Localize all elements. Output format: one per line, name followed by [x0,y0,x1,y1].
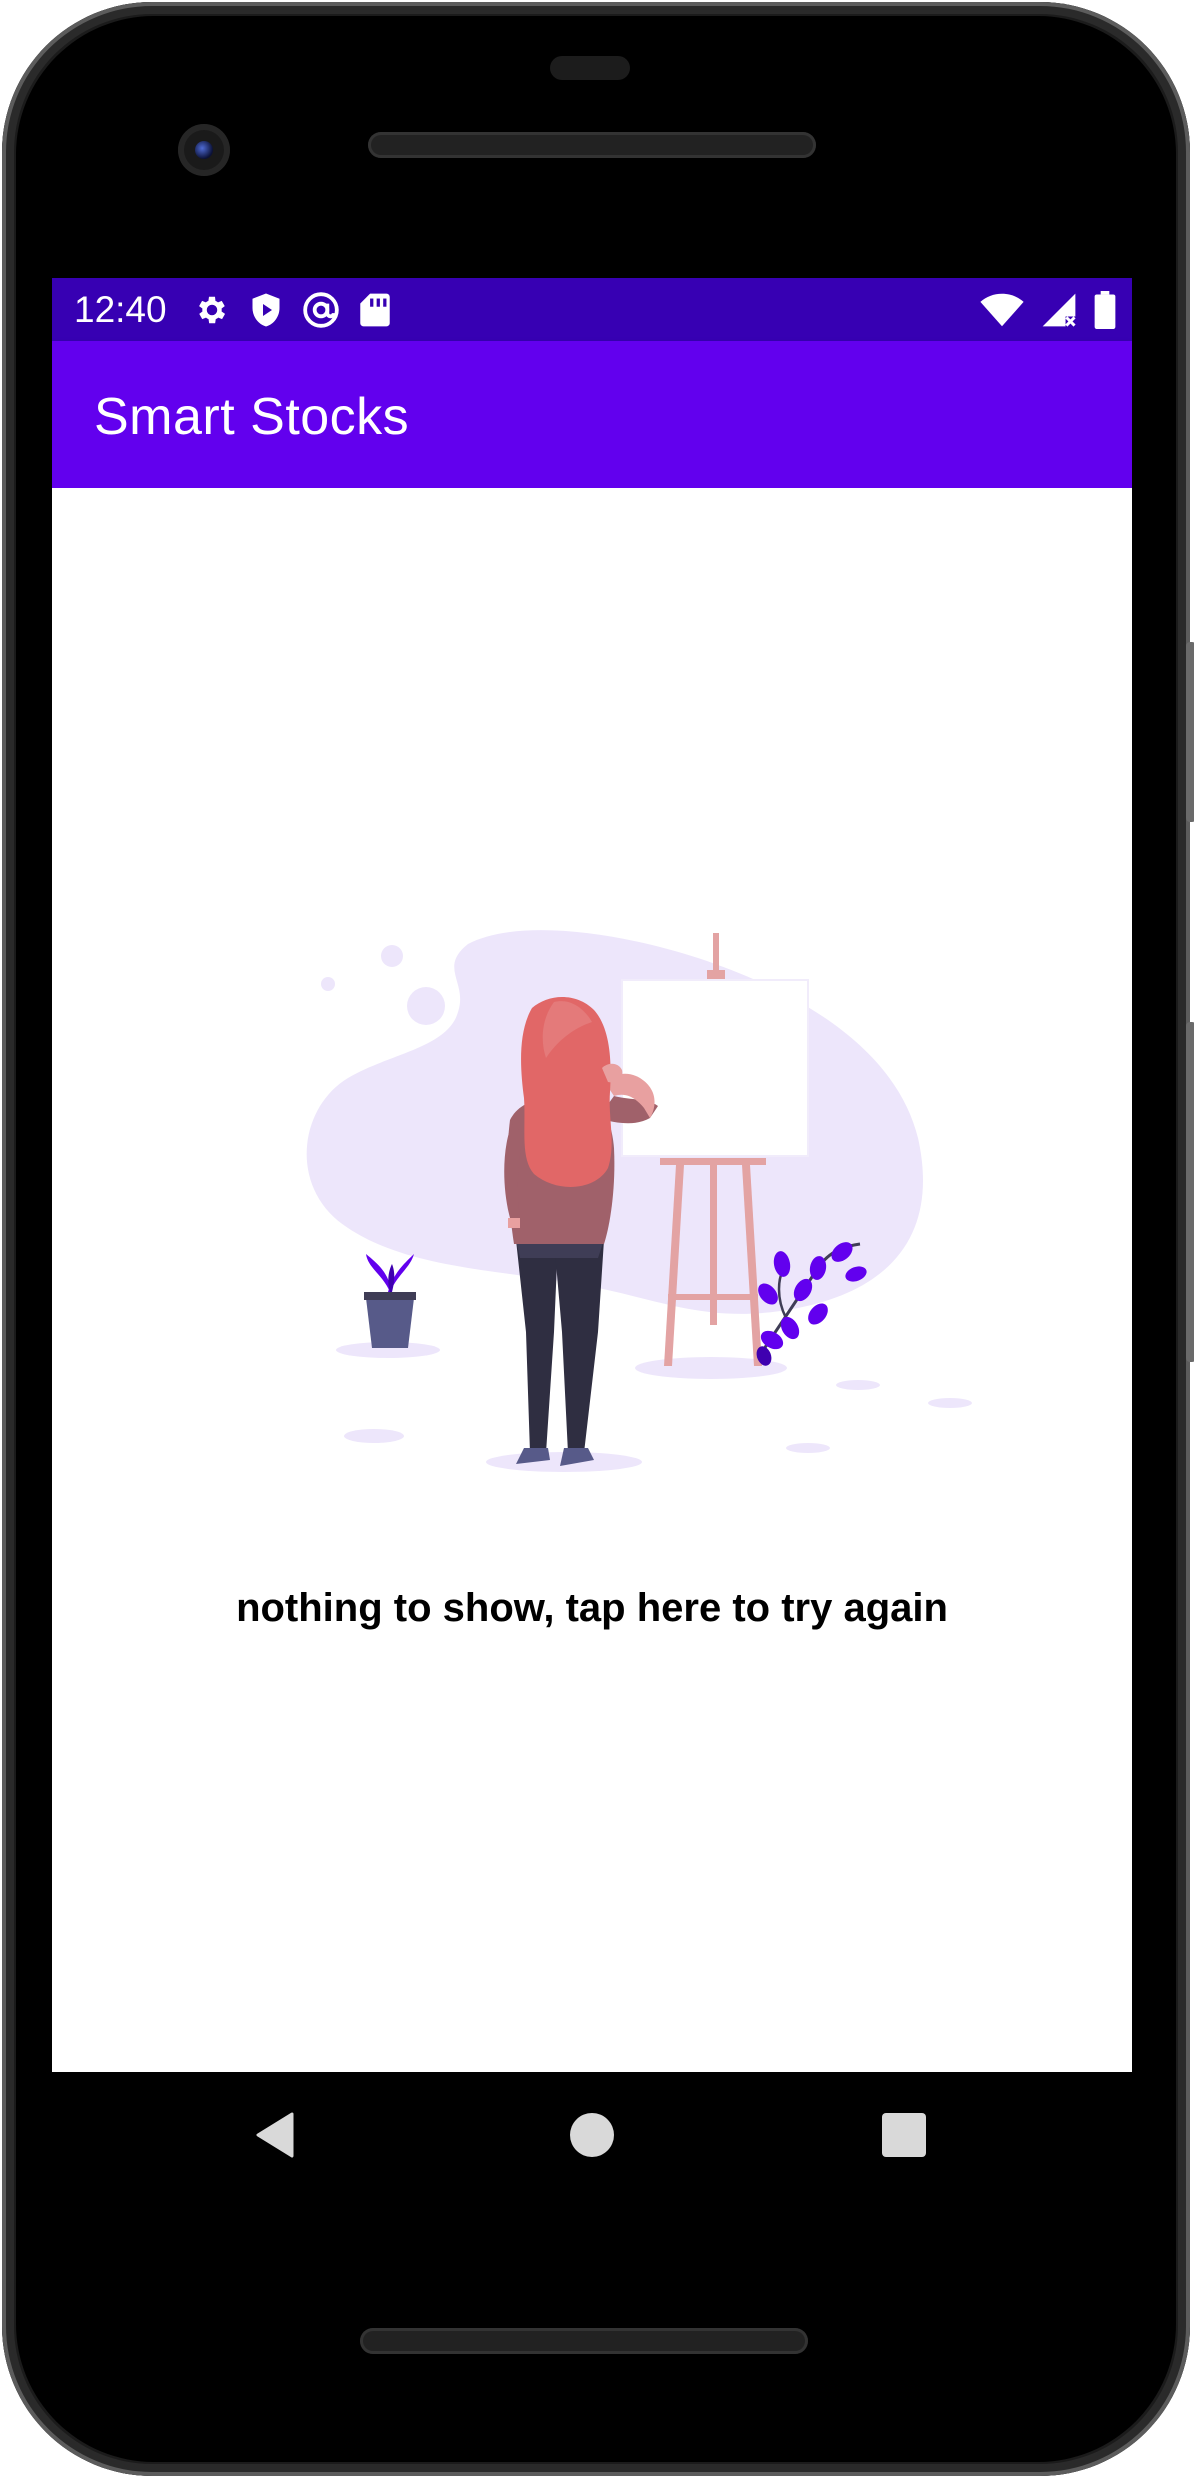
status-time: 12:40 [74,289,167,330]
woman-at-easel-illustration [306,930,972,1472]
device-screen: 12:40 Smart Stocks nothing to show, tap … [52,278,1132,2072]
wifi-icon [980,292,1024,328]
top-speaker-grille [368,132,816,158]
bottom-speaker-grille [360,2328,808,2354]
retry-message[interactable]: nothing to show, tap here to try again [52,1586,1132,1631]
app-bar: Smart Stocks [52,341,1132,488]
sd-card-icon [360,292,390,328]
at-sign-icon [302,291,340,329]
status-notification-icons [194,290,390,330]
status-system-icons [980,290,1116,330]
home-icon[interactable] [570,2113,614,2157]
recents-icon[interactable] [882,2113,926,2157]
top-sensor [550,56,630,80]
status-bar: 12:40 [52,278,1132,341]
app-title: Smart Stocks [94,388,410,446]
volume-button [1186,1022,1194,1362]
battery-icon [1094,291,1116,329]
front-camera [178,124,230,176]
navigation-bar [52,2072,1132,2198]
play-protect-icon [250,292,282,328]
main-content: nothing to show, tap here to try again [52,488,1132,2072]
power-button [1186,642,1194,822]
back-icon[interactable] [252,2110,296,2165]
cellular-signal-icon [1040,292,1078,328]
settings-gear-icon [194,292,230,328]
